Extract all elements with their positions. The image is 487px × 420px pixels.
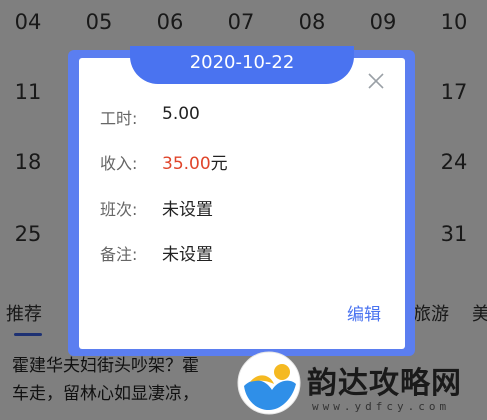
income-label: 收入: — [100, 154, 138, 173]
watermark-text: 韵达攻略网 — [307, 366, 462, 401]
edit-button[interactable]: 编辑 — [347, 300, 381, 325]
income-value: 35.00元 — [162, 149, 228, 174]
work-hours-label: 工时: — [100, 109, 138, 128]
income-unit: 元 — [210, 154, 228, 174]
watermark-url: www.ydfcy.com — [312, 400, 451, 413]
shift-label: 班次: — [100, 200, 138, 219]
watermark-logo-icon — [236, 350, 302, 416]
note-label: 备注: — [100, 245, 138, 264]
close-icon — [368, 73, 384, 89]
shift-value: 未设置 — [162, 200, 213, 220]
work-hours-value: 5.00 — [162, 104, 200, 124]
close-button[interactable] — [366, 71, 386, 91]
dialog-date-title: 2020-10-22 — [130, 46, 354, 84]
income-amount: 35.00 — [162, 154, 211, 174]
note-value: 未设置 — [162, 245, 213, 265]
